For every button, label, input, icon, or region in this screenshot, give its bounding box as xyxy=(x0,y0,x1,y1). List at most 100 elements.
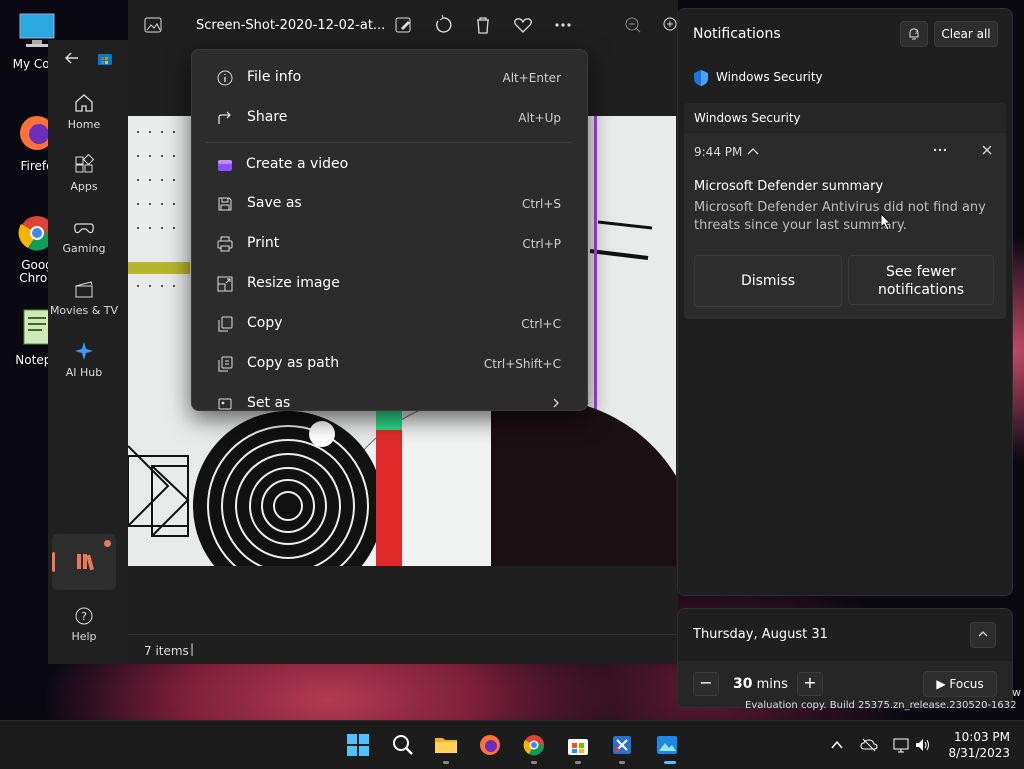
more-options-icon[interactable] xyxy=(552,14,574,36)
focus-duration: 30 mins xyxy=(733,676,788,692)
menu-item-resize-image[interactable]: Resize image xyxy=(192,266,587,302)
clock[interactable]: 10:03 PM 8/31/2023 xyxy=(940,729,1010,761)
notification-card-app: Windows Security xyxy=(694,111,801,125)
search-icon[interactable] xyxy=(391,733,415,757)
menu-item-shortcut: Ctrl+Shift+C xyxy=(483,357,561,371)
save-icon xyxy=(218,197,232,211)
focus-start-button[interactable]: ▶ Focus xyxy=(923,671,997,697)
windows-start-icon[interactable] xyxy=(346,733,370,757)
menu-item-label: Print xyxy=(247,235,280,251)
back-arrow-icon[interactable] xyxy=(64,50,80,66)
sidebar-item-help[interactable]: ? Help xyxy=(48,606,120,643)
notification-dot xyxy=(104,540,111,547)
notification-more-icon[interactable] xyxy=(932,143,948,157)
resize-icon xyxy=(217,276,233,292)
notification-body: Microsoft Defender Antivirus did not fin… xyxy=(694,200,986,233)
running-indicator xyxy=(531,761,537,764)
delete-icon[interactable] xyxy=(472,14,494,36)
chevron-right-icon xyxy=(553,398,559,408)
running-indicator xyxy=(575,761,581,764)
evaluation-watermark: Evaluation copy. Build 25375.zn_release.… xyxy=(745,700,1017,711)
menu-item-shortcut: Ctrl+C xyxy=(521,317,561,331)
sidebar-item-ai-hub[interactable]: AI Hub xyxy=(48,340,120,379)
context-menu: File info Alt+Enter Share Alt+Up Create … xyxy=(191,49,588,411)
do-not-disturb-button[interactable]: z xyxy=(900,21,928,47)
chrome-icon[interactable] xyxy=(522,733,546,757)
sidebar-item-movies[interactable]: Movies & TV xyxy=(48,278,120,317)
menu-item-copy-as-path[interactable]: Copy as path Ctrl+Shift+C xyxy=(192,346,587,382)
print-icon xyxy=(217,236,233,252)
windows-security-shield-icon xyxy=(694,70,708,86)
notification-time: 9:44 PM xyxy=(694,145,743,159)
network-icon[interactable] xyxy=(892,736,910,754)
running-indicator xyxy=(443,761,449,764)
set-as-icon xyxy=(218,398,232,410)
favorite-heart-icon[interactable] xyxy=(512,14,534,36)
menu-item-label: Copy as path xyxy=(247,355,340,371)
clear-all-button[interactable]: Clear all xyxy=(934,21,998,47)
menu-item-label: Create a video xyxy=(246,156,349,172)
menu-separator xyxy=(206,142,572,143)
volume-icon[interactable] xyxy=(914,736,932,754)
menu-item-set-as[interactable]: Set as xyxy=(192,386,587,411)
zoom-out-icon[interactable] xyxy=(622,14,644,36)
menu-item-print[interactable]: Print Ctrl+P xyxy=(192,226,587,262)
focus-decrease-button[interactable]: − xyxy=(693,672,719,696)
sidebar-item-library[interactable] xyxy=(52,534,116,590)
play-icon: ▶ xyxy=(936,677,946,691)
gamepad-icon xyxy=(74,223,94,234)
copy-path-icon xyxy=(218,356,233,372)
firefox-icon[interactable] xyxy=(478,733,502,757)
focus-label: Focus xyxy=(949,677,984,691)
dismiss-button[interactable]: Dismiss xyxy=(694,255,842,307)
file-explorer-icon[interactable] xyxy=(434,733,458,757)
sidebar-item-label: AI Hub xyxy=(65,366,103,379)
apps-icon xyxy=(75,154,95,173)
info-icon xyxy=(217,70,233,86)
share-icon xyxy=(218,111,231,124)
menu-item-save-as[interactable]: Save as Ctrl+S xyxy=(192,186,587,222)
notification-center: Notifications z Clear all Windows Securi… xyxy=(677,8,1013,596)
sidebar-item-label: Movies & TV xyxy=(49,304,119,317)
photos-icon[interactable] xyxy=(655,733,679,757)
notification-group-app: Windows Security xyxy=(716,70,823,84)
help-icon: ? xyxy=(75,607,93,625)
snipping-tool-icon[interactable] xyxy=(610,733,634,757)
notification-card[interactable]: Windows Security 9:44 PM Microsoft Defen… xyxy=(684,103,1006,319)
menu-item-share[interactable]: Share Alt+Up xyxy=(192,100,587,136)
svg-text:?: ? xyxy=(81,610,87,623)
clipchamp-icon xyxy=(218,160,232,171)
menu-item-create-video[interactable]: Create a video xyxy=(192,147,587,183)
home-icon xyxy=(75,94,93,112)
menu-item-shortcut: Ctrl+P xyxy=(522,237,561,251)
rotate-icon[interactable] xyxy=(432,14,454,36)
calendar-flyout: Thursday, August 31 − 30 mins + ▶ Focus xyxy=(677,608,1013,708)
chevron-up-icon[interactable] xyxy=(830,738,844,752)
close-icon[interactable] xyxy=(980,143,994,157)
see-fewer-notifications-button[interactable]: See fewer notifications xyxy=(848,255,994,305)
status-item-count: 7 items xyxy=(144,644,189,658)
calendar-collapse-button[interactable] xyxy=(970,622,996,648)
menu-item-shortcut: Ctrl+S xyxy=(521,197,561,211)
sidebar-item-gaming[interactable]: Gaming xyxy=(48,216,120,255)
menu-item-copy[interactable]: Copy Ctrl+C xyxy=(192,306,587,342)
onedrive-offline-icon[interactable] xyxy=(860,736,878,754)
microsoft-store-icon[interactable] xyxy=(566,733,590,757)
clock-date: 8/31/2023 xyxy=(948,746,1010,760)
sidebar-item-apps[interactable]: Apps xyxy=(48,154,120,193)
snooze-bell-icon: z xyxy=(909,28,919,40)
menu-item-label: Set as xyxy=(247,395,291,411)
focus-increase-button[interactable]: + xyxy=(797,672,823,696)
menu-item-label: File info xyxy=(247,69,302,85)
chevron-up-icon[interactable] xyxy=(746,145,760,157)
status-divider xyxy=(128,634,678,635)
sidebar-item-home[interactable]: Home xyxy=(48,92,120,131)
menu-item-label: Save as xyxy=(247,195,302,211)
sidebar-item-label: Gaming xyxy=(62,242,106,255)
film-icon xyxy=(75,281,93,298)
edit-image-icon[interactable] xyxy=(392,14,414,36)
svg-text:z: z xyxy=(915,30,918,36)
menu-item-file-info[interactable]: File info Alt+Enter xyxy=(192,60,587,96)
notification-title: Microsoft Defender summary xyxy=(694,179,884,194)
taskbar: 10:03 PM 8/31/2023 xyxy=(0,720,1024,769)
